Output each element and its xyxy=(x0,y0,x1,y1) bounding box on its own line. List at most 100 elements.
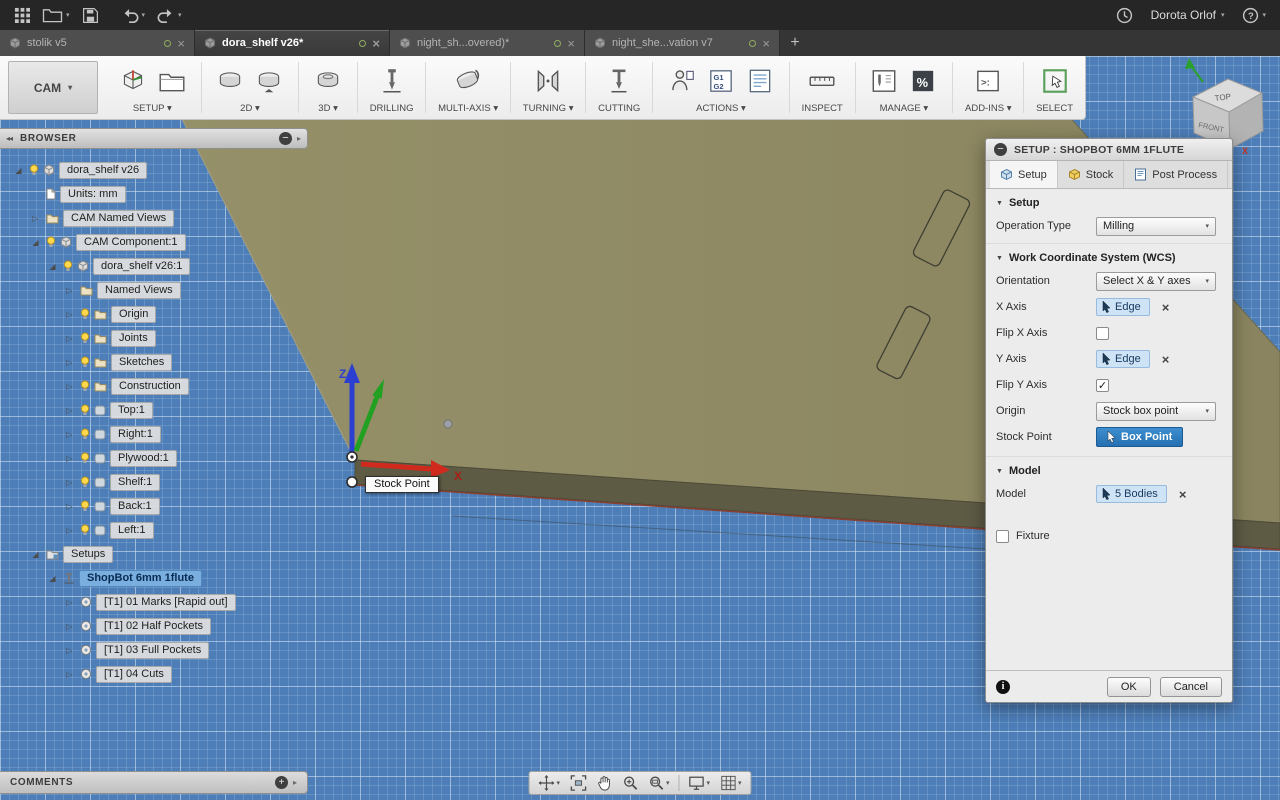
data-panel-button[interactable]: ▾ xyxy=(36,0,76,30)
ribbon-ruler-button[interactable] xyxy=(805,63,839,99)
ribbon-coin3-button[interactable] xyxy=(311,63,345,99)
ribbon-toollib-button[interactable] xyxy=(867,63,901,99)
ribbon-group-label[interactable]: INSPECT xyxy=(802,103,843,117)
pan-button[interactable] xyxy=(592,773,616,793)
apps-grid-button[interactable] xyxy=(8,0,36,30)
browser-item-left-1[interactable]: ▷ Left:1 xyxy=(0,518,308,542)
new-tab-button[interactable]: + xyxy=(780,30,810,56)
workspace-switcher[interactable]: CAM ▾ xyxy=(8,61,98,114)
browser-item-named-views[interactable]: ▷ Named Views xyxy=(0,278,308,302)
browser-item-t1-03-full-pockets[interactable]: ▷ [T1] 03 Full Pockets xyxy=(0,638,308,662)
flip-x-checkbox[interactable] xyxy=(1096,326,1109,340)
browser-item-dora-shelf-v26-1[interactable]: ◢ dora_shelf v26:1 xyxy=(0,254,308,278)
ribbon-group-label[interactable]: SETUP ▾ xyxy=(133,103,172,117)
browser-item-shopbot-6mm-1flute[interactable]: ◢ ShopBot 6mm 1flute xyxy=(0,566,308,590)
box-point-button[interactable]: Box Point xyxy=(1096,427,1184,447)
expand-arrow-icon[interactable]: ▷ xyxy=(63,478,76,487)
orbit-button[interactable]: ▾ xyxy=(534,773,564,793)
y-axis-remove-button[interactable]: × xyxy=(1162,352,1170,367)
browser-item-top-1[interactable]: ▷ Top:1 xyxy=(0,398,308,422)
operation-type-select[interactable]: Milling ▾ xyxy=(1096,216,1216,236)
section-wcs[interactable]: ▼ Work Coordinate System (WCS) xyxy=(986,243,1232,268)
browser-item-right-1[interactable]: ▷ Right:1 xyxy=(0,422,308,446)
ribbon-group-label[interactable]: CUTTING xyxy=(598,103,640,117)
browser-item-joints[interactable]: ▷ Joints xyxy=(0,326,308,350)
cancel-button[interactable]: Cancel xyxy=(1159,676,1222,697)
expand-arrow-icon[interactable]: ◢ xyxy=(29,550,42,559)
expand-arrow-icon[interactable]: ▷ xyxy=(29,214,42,223)
notifications-button[interactable] xyxy=(1110,0,1139,30)
expand-arrow-icon[interactable]: ▷ xyxy=(63,598,76,607)
ribbon-cutting-button[interactable] xyxy=(602,63,636,99)
ok-button[interactable]: OK xyxy=(1106,676,1151,697)
collapse-panel-icon[interactable]: ◂◂ xyxy=(6,134,13,143)
ribbon-group-label[interactable]: ADD-INS ▾ xyxy=(965,103,1011,117)
display-settings-button[interactable]: ▾ xyxy=(685,773,715,793)
ribbon-group-label[interactable]: 3D ▾ xyxy=(318,103,338,117)
tab-close-icon[interactable]: × xyxy=(372,37,380,50)
ribbon-addins-button[interactable]: >: xyxy=(971,63,1005,99)
ribbon-multiaxis-button[interactable] xyxy=(451,63,485,99)
browser-item-plywood-1[interactable]: ▷ Plywood:1 xyxy=(0,446,308,470)
browser-header[interactable]: ◂◂ BROWSER − ▸ xyxy=(0,128,308,149)
ribbon-drill-button[interactable] xyxy=(375,63,409,99)
info-icon[interactable]: i xyxy=(996,679,1010,694)
browser-item-construction[interactable]: ▷ Construction xyxy=(0,374,308,398)
look-at-button[interactable] xyxy=(566,773,590,793)
browser-item-units-mm[interactable]: Units: mm xyxy=(0,182,308,206)
ribbon-setup-folder-button[interactable] xyxy=(155,63,189,99)
expand-arrow-icon[interactable]: ▷ xyxy=(63,670,76,679)
doc-tab-night-she-vation-v7[interactable]: night_she...vation v7 × xyxy=(585,30,780,56)
browser-item-dora-shelf-v26[interactable]: ◢ dora_shelf v26 xyxy=(0,158,308,182)
browser-item-cam-named-views[interactable]: ▷ CAM Named Views xyxy=(0,206,308,230)
ribbon-person-button[interactable] xyxy=(665,63,699,99)
add-comment-icon[interactable]: + xyxy=(274,776,288,789)
browser-item-t1-04-cuts[interactable]: ▷ [T1] 04 Cuts xyxy=(0,662,308,686)
y-axis-selection-chip[interactable]: Edge xyxy=(1096,350,1150,368)
ribbon-group-label[interactable]: TURNING ▾ xyxy=(523,103,574,117)
tab-setup[interactable]: Setup xyxy=(990,161,1058,188)
x-axis-selection-chip[interactable]: Edge xyxy=(1096,298,1150,316)
section-model[interactable]: ▼ Model xyxy=(986,456,1232,481)
tab-close-icon[interactable]: × xyxy=(177,37,185,50)
panel-grip-icon[interactable]: ▸ xyxy=(297,134,301,143)
expand-arrow-icon[interactable]: ▷ xyxy=(63,502,76,511)
doc-tab-stolik-v5[interactable]: stolik v5 × xyxy=(0,30,195,56)
expand-arrow-icon[interactable]: ◢ xyxy=(29,238,42,247)
ribbon-turning-button[interactable] xyxy=(531,63,565,99)
dialog-header[interactable]: − SETUP : SHOPBOT 6MM 1FLUTE xyxy=(986,139,1232,161)
browser-item-origin[interactable]: ▷ Origin xyxy=(0,302,308,326)
expand-arrow-icon[interactable]: ◢ xyxy=(12,166,25,175)
ribbon-group-label[interactable]: ACTIONS ▾ xyxy=(696,103,746,117)
comments-bar[interactable]: COMMENTS + ▸ xyxy=(0,771,308,794)
save-button[interactable] xyxy=(76,0,105,30)
browser-item-t1-02-half-pockets[interactable]: ▷ [T1] 02 Half Pockets xyxy=(0,614,308,638)
zoom-button[interactable] xyxy=(618,773,642,793)
expand-arrow-icon[interactable]: ▷ xyxy=(63,310,76,319)
minimize-panel-icon[interactable]: − xyxy=(278,132,292,145)
zoom-window-button[interactable]: ▾ xyxy=(644,773,674,793)
section-setup[interactable]: ▼ Setup xyxy=(986,189,1232,213)
tab-close-icon[interactable]: × xyxy=(762,37,770,50)
tab-close-icon[interactable]: × xyxy=(567,37,575,50)
expand-arrow-icon[interactable]: ▷ xyxy=(63,454,76,463)
ribbon-sheet-button[interactable] xyxy=(743,63,777,99)
x-axis-remove-button[interactable]: × xyxy=(1162,300,1170,315)
ribbon-group-label[interactable]: SELECT xyxy=(1036,103,1073,117)
ribbon-group-label[interactable]: MANAGE ▾ xyxy=(880,103,929,117)
expand-arrow-icon[interactable]: ▷ xyxy=(63,334,76,343)
doc-tab-night-sh-overed[interactable]: night_sh...overed)* × xyxy=(390,30,585,56)
panel-grip-icon[interactable]: ▸ xyxy=(293,778,297,787)
dialog-collapse-icon[interactable]: − xyxy=(994,143,1007,156)
expand-arrow-icon[interactable]: ◢ xyxy=(46,262,59,271)
browser-item-t1-01-marks-rapid-out[interactable]: ▷ [T1] 01 Marks [Rapid out] xyxy=(0,590,308,614)
orientation-select[interactable]: Select X & Y axes ▾ xyxy=(1096,271,1216,291)
expand-arrow-icon[interactable]: ▷ xyxy=(63,358,76,367)
ribbon-coin2-button[interactable] xyxy=(252,63,286,99)
expand-arrow-icon[interactable]: ▷ xyxy=(63,382,76,391)
expand-arrow-icon[interactable]: ▷ xyxy=(63,646,76,655)
browser-item-cam-component-1[interactable]: ◢ CAM Component:1 xyxy=(0,230,308,254)
ribbon-percent-button[interactable]: % xyxy=(906,63,940,99)
flip-y-checkbox[interactable]: ✓ xyxy=(1096,378,1109,392)
browser-item-setups[interactable]: ◢ Setups xyxy=(0,542,308,566)
